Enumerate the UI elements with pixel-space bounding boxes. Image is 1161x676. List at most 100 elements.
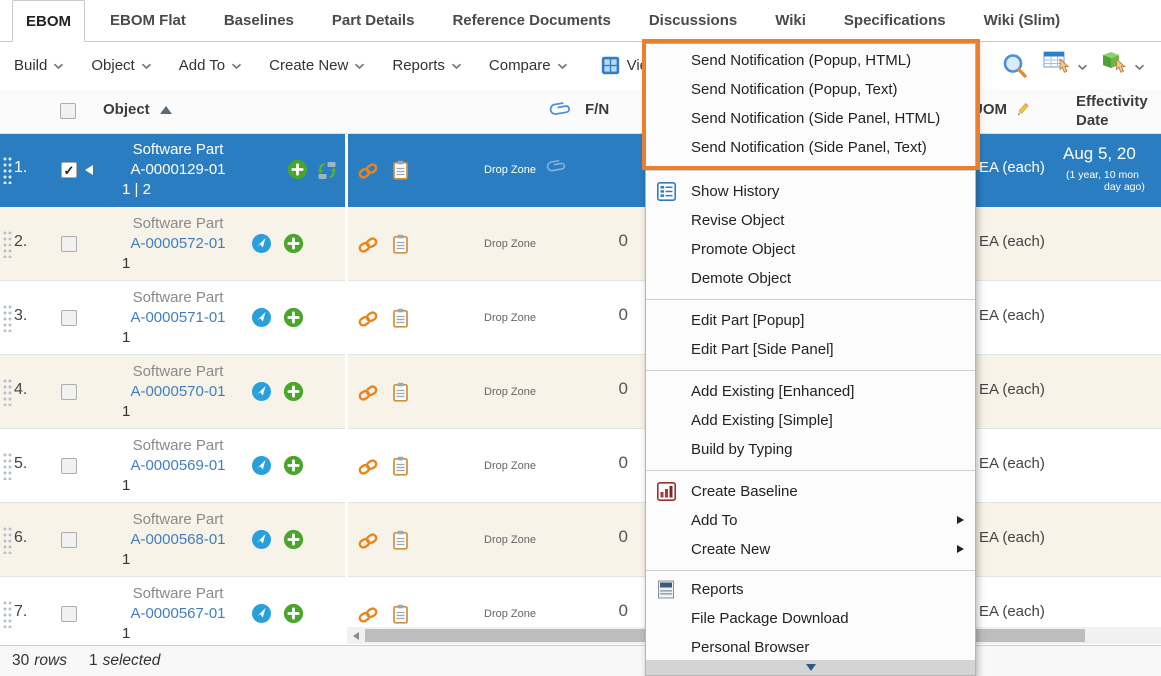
toolbar-menu-add-to[interactable]: Add To <box>179 57 242 74</box>
navigate-icon[interactable] <box>251 307 272 328</box>
menu-item-demote-object[interactable]: Demote Object <box>646 264 975 293</box>
menu-item-create-baseline[interactable]: Create Baseline <box>646 477 975 506</box>
clipboard-icon[interactable] <box>393 382 408 402</box>
menu-item-revise-object[interactable]: Revise Object <box>646 206 975 235</box>
menu-item-reports[interactable]: Reports <box>646 575 975 604</box>
row-checkbox[interactable] <box>61 532 77 548</box>
table-row[interactable]: 4. Software Part A-0000570-01 1 Drop Zon… <box>0 355 1161 429</box>
menu-item-file-package-download[interactable]: File Package Download <box>646 604 975 633</box>
navigate-icon[interactable] <box>251 455 272 476</box>
part-id-link[interactable]: A-0000572-01 <box>96 234 260 254</box>
cube-pick-dropdown[interactable] <box>1102 51 1145 81</box>
row-checkbox[interactable] <box>61 458 77 474</box>
column-header-object[interactable]: Object <box>103 101 172 118</box>
menu-item-edit-part-side-panel[interactable]: Edit Part [Side Panel] <box>646 335 975 364</box>
drag-handle-icon[interactable] <box>3 601 13 628</box>
clipboard-icon[interactable] <box>393 234 408 254</box>
edit-pencil-icon[interactable] <box>1014 102 1030 118</box>
toolbar-menu-build[interactable]: Build <box>14 57 64 74</box>
part-id-link[interactable]: A-0000570-01 <box>96 382 260 402</box>
navigate-icon[interactable] <box>251 233 272 254</box>
tab-baselines[interactable]: Baselines <box>211 0 307 41</box>
drag-handle-icon[interactable] <box>3 305 13 332</box>
table-row[interactable]: 5. Software Part A-0000569-01 1 Drop Zon… <box>0 429 1161 503</box>
add-icon[interactable] <box>283 529 304 550</box>
scroll-left-button[interactable] <box>347 627 364 644</box>
menu-item-build-by-typing[interactable]: Build by Typing <box>646 435 975 464</box>
drag-handle-icon[interactable] <box>3 453 13 480</box>
link-icon[interactable] <box>357 236 379 254</box>
menu-item-send-notification-side-panel-text[interactable]: Send Notification (Side Panel, Text) <box>646 133 975 162</box>
menu-item-send-notification-popup-text[interactable]: Send Notification (Popup, Text) <box>646 75 975 104</box>
clipboard-icon[interactable] <box>393 308 408 328</box>
add-icon[interactable] <box>283 233 304 254</box>
part-id-link[interactable]: A-0000567-01 <box>96 604 260 624</box>
add-icon[interactable] <box>287 159 308 180</box>
clipboard-icon[interactable] <box>393 160 408 180</box>
menu-item-edit-part-popup[interactable]: Edit Part [Popup] <box>646 306 975 335</box>
menu-item-personal-browser[interactable]: Personal Browser <box>646 633 975 662</box>
link-icon[interactable] <box>357 606 379 624</box>
link-icon[interactable] <box>357 458 379 476</box>
row-checkbox[interactable] <box>61 606 77 622</box>
navigate-icon[interactable] <box>251 381 272 402</box>
part-id-link[interactable]: A-0000129-01 <box>96 160 260 180</box>
table-row[interactable]: 3. Software Part A-0000571-01 1 Drop Zon… <box>0 281 1161 355</box>
column-header-effectivity[interactable]: Effectivity Date <box>1076 92 1148 130</box>
column-header-fn[interactable]: F/N <box>585 101 609 118</box>
replace-icon[interactable] <box>317 161 337 180</box>
tab-part-details[interactable]: Part Details <box>319 0 428 41</box>
link-icon[interactable] <box>357 532 379 550</box>
row-checkbox[interactable] <box>61 310 77 326</box>
table-pick-dropdown[interactable] <box>1043 51 1088 81</box>
menu-scroll-strip[interactable] <box>646 660 975 675</box>
menu-item-send-notification-popup-html[interactable]: Send Notification (Popup, HTML) <box>646 46 975 75</box>
link-icon[interactable] <box>357 384 379 402</box>
menu-item-add-to[interactable]: Add To <box>646 506 975 535</box>
link-icon[interactable] <box>357 310 379 328</box>
drag-handle-icon[interactable] <box>3 157 13 184</box>
row-checkbox[interactable] <box>61 162 77 178</box>
toolbar-menu-compare[interactable]: Compare <box>489 57 568 74</box>
menu-item-send-notification-side-panel-html[interactable]: Send Notification (Side Panel, HTML) <box>646 104 975 133</box>
clipboard-icon[interactable] <box>393 604 408 624</box>
add-icon[interactable] <box>283 307 304 328</box>
tab-wiki-slim[interactable]: Wiki (Slim) <box>971 0 1074 41</box>
tab-wiki[interactable]: Wiki <box>762 0 819 41</box>
table-row[interactable]: 1. Software Part A-0000129-01 1 | 2 Drop… <box>0 133 1161 207</box>
table-row[interactable]: 2. Software Part A-0000572-01 1 Drop Zon… <box>0 207 1161 281</box>
tab-specifications[interactable]: Specifications <box>831 0 959 41</box>
toolbar-menu-object[interactable]: Object <box>91 57 151 74</box>
link-icon[interactable] <box>357 162 379 180</box>
drag-handle-icon[interactable] <box>3 231 13 258</box>
navigate-icon[interactable] <box>251 529 272 550</box>
toolbar-menu-create-new[interactable]: Create New <box>269 57 365 74</box>
clipboard-icon[interactable] <box>393 530 408 550</box>
tab-reference-documents[interactable]: Reference Documents <box>439 0 623 41</box>
part-id-link[interactable]: A-0000568-01 <box>96 530 260 550</box>
column-header-uom[interactable]: UOM <box>972 101 1030 118</box>
menu-item-add-existing-simple[interactable]: Add Existing [Simple] <box>646 406 975 435</box>
row-checkbox[interactable] <box>61 384 77 400</box>
row-checkbox[interactable] <box>61 236 77 252</box>
add-icon[interactable] <box>283 455 304 476</box>
expand-arrow-icon[interactable] <box>85 165 93 175</box>
tab-discussions[interactable]: Discussions <box>636 0 750 41</box>
add-icon[interactable] <box>283 603 304 624</box>
add-icon[interactable] <box>283 381 304 402</box>
drag-handle-icon[interactable] <box>3 379 13 406</box>
table-row[interactable]: 6. Software Part A-0000568-01 1 Drop Zon… <box>0 503 1161 577</box>
menu-item-add-existing-enhanced[interactable]: Add Existing [Enhanced] <box>646 377 975 406</box>
toolbar-menu-reports[interactable]: Reports <box>392 57 462 74</box>
menu-item-create-new[interactable]: Create New <box>646 535 975 564</box>
clipboard-icon[interactable] <box>393 456 408 476</box>
tab-ebom[interactable]: EBOM <box>12 0 85 42</box>
tab-ebom-flat[interactable]: EBOM Flat <box>97 0 199 41</box>
part-id-link[interactable]: A-0000571-01 <box>96 308 260 328</box>
navigate-icon[interactable] <box>251 603 272 624</box>
menu-item-show-history[interactable]: Show History <box>646 177 975 206</box>
part-id-link[interactable]: A-0000569-01 <box>96 456 260 476</box>
drag-handle-icon[interactable] <box>3 527 13 554</box>
menu-item-promote-object[interactable]: Promote Object <box>646 235 975 264</box>
select-all-checkbox[interactable] <box>60 103 76 119</box>
